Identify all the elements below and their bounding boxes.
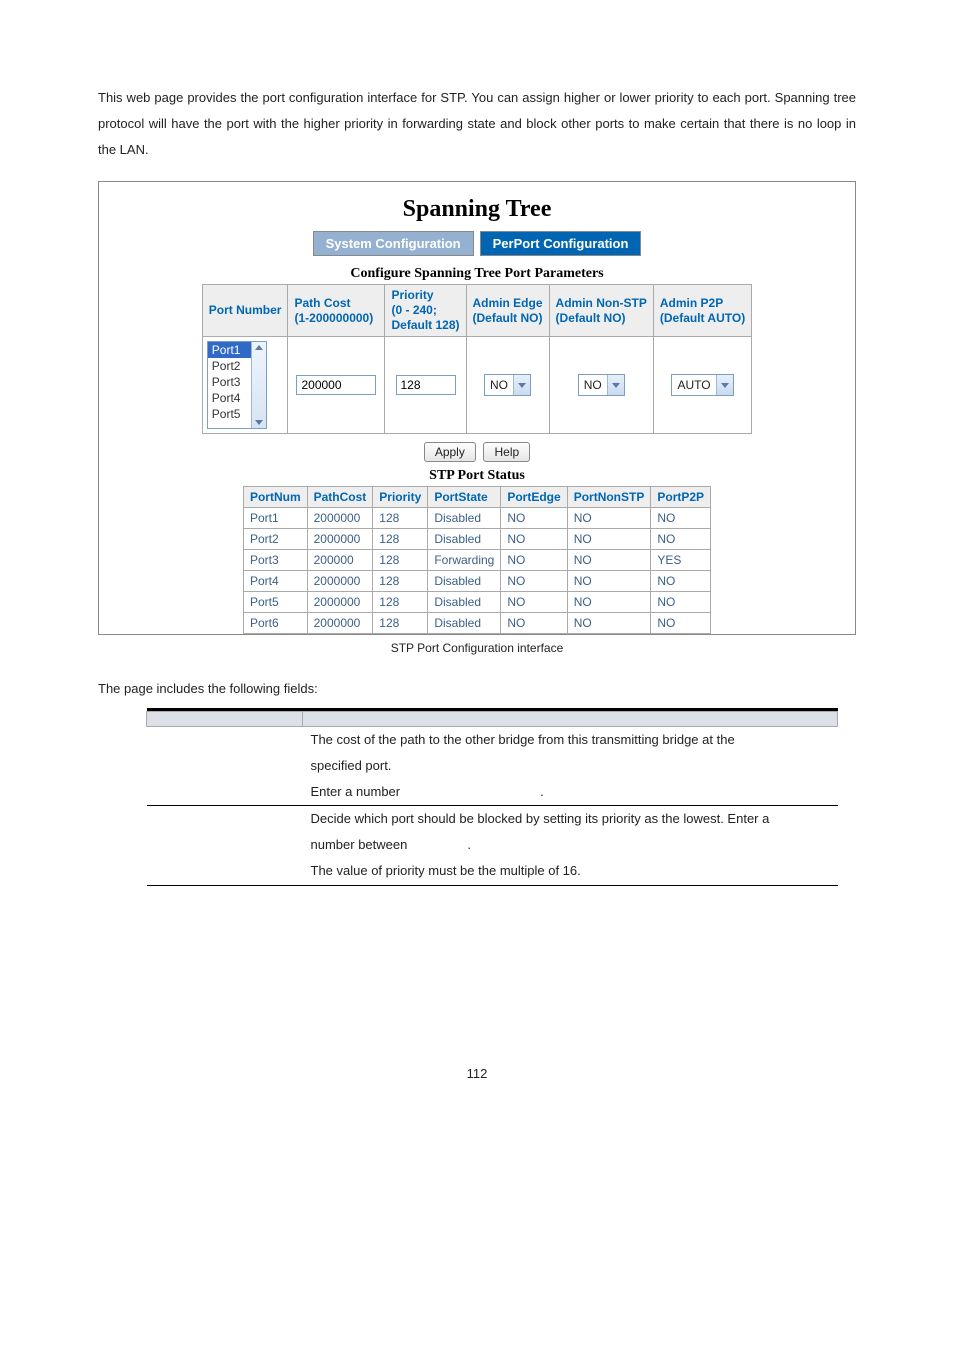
table-cell: Port2 (243, 529, 307, 550)
screenshot-caption: STP Port Configuration interface (98, 641, 856, 655)
th-port-number: Port Number (202, 285, 288, 337)
port-list-scrollbar[interactable] (251, 342, 266, 428)
table-cell: Port4 (243, 571, 307, 592)
table-cell: 128 (373, 592, 428, 613)
table-cell: Forwarding (428, 550, 501, 571)
field-desc-pathcost-1: The cost of the path to the other bridge… (303, 727, 838, 754)
priority-input[interactable] (396, 375, 456, 395)
table-cell: NO (567, 508, 651, 529)
admin-p2p-value: AUTO (672, 378, 715, 392)
table-cell: NO (567, 571, 651, 592)
config-table: Port Number Path Cost (1-200000000) Prio… (202, 284, 752, 434)
table-cell: NO (501, 508, 567, 529)
table-cell: NO (501, 571, 567, 592)
button-row: Apply Help (99, 442, 855, 462)
th-portp2p: PortP2P (651, 487, 711, 508)
chevron-down-icon (513, 375, 530, 395)
table-cell: Port1 (243, 508, 307, 529)
table-cell: NO (651, 592, 711, 613)
table-cell: NO (567, 613, 651, 634)
th-admin-edge: Admin Edge (Default NO) (466, 285, 549, 337)
th-portstate: PortState (428, 487, 501, 508)
table-cell: NO (501, 592, 567, 613)
table-cell: NO (501, 613, 567, 634)
table-cell: 200000 (307, 550, 373, 571)
table-row: Port3200000128ForwardingNONOYES (243, 550, 710, 571)
panel-title: Spanning Tree (99, 182, 855, 231)
page-number: 112 (98, 1066, 856, 1081)
tab-perport-configuration[interactable]: PerPort Configuration (480, 231, 642, 256)
th-priority: Priority (0 - 240; Default 128) (385, 285, 466, 337)
stp-screenshot-panel: Spanning Tree System Configuration PerPo… (98, 181, 856, 635)
table-cell: NO (651, 529, 711, 550)
table-cell: NO (567, 592, 651, 613)
th-path-cost: Path Cost (1-200000000) (288, 285, 385, 337)
field-desc-priority-2: number between. (303, 832, 838, 858)
table-cell: YES (651, 550, 711, 571)
field-desc-priority-1: Decide which port should be blocked by s… (303, 806, 838, 833)
th-admin-p2p: Admin P2P (Default AUTO) (653, 285, 751, 337)
table-cell: NO (501, 529, 567, 550)
th-admin-nonstp: Admin Non-STP (Default NO) (549, 285, 653, 337)
table-cell: 128 (373, 529, 428, 550)
table-row: Port52000000128DisabledNONONO (243, 592, 710, 613)
field-desc-priority-3: The value of priority must be the multip… (303, 858, 838, 884)
table-cell: 128 (373, 550, 428, 571)
admin-nonstp-select[interactable]: NO (578, 374, 625, 396)
intro-paragraph: This web page provides the port configur… (98, 85, 856, 163)
admin-nonstp-value: NO (579, 378, 607, 392)
help-button[interactable]: Help (483, 442, 530, 462)
tab-row: System Configuration PerPort Configurati… (99, 231, 855, 256)
table-row: Port62000000128DisabledNONONO (243, 613, 710, 634)
table-cell: Disabled (428, 529, 501, 550)
table-cell: Disabled (428, 508, 501, 529)
port-list[interactable]: Port1 Port2 Port3 Port4 Port5 (207, 341, 267, 429)
fields-table: The cost of the path to the other bridge… (146, 708, 838, 886)
tab-system-configuration[interactable]: System Configuration (313, 231, 474, 256)
configure-title: Configure Spanning Tree Port Parameters (99, 266, 855, 282)
field-desc-pathcost-2: specified port. (303, 753, 838, 779)
table-cell: NO (651, 571, 711, 592)
table-row: Port22000000128DisabledNONONO (243, 529, 710, 550)
table-cell: Disabled (428, 613, 501, 634)
chevron-down-icon (607, 375, 624, 395)
th-portedge: PortEdge (501, 487, 567, 508)
th-pathcost: PathCost (307, 487, 373, 508)
table-cell: 2000000 (307, 571, 373, 592)
apply-button[interactable]: Apply (424, 442, 476, 462)
table-cell: 2000000 (307, 592, 373, 613)
table-cell: NO (567, 550, 651, 571)
th-priority: Priority (373, 487, 428, 508)
table-cell: Port6 (243, 613, 307, 634)
field-label-pathcost (147, 727, 303, 754)
table-cell: NO (651, 613, 711, 634)
fields-intro: The page includes the following fields: (98, 681, 856, 696)
field-label-priority (147, 806, 303, 833)
table-cell: Port5 (243, 592, 307, 613)
path-cost-input[interactable] (296, 375, 376, 395)
table-row: Port42000000128DisabledNONONO (243, 571, 710, 592)
table-cell: 2000000 (307, 613, 373, 634)
table-cell: NO (651, 508, 711, 529)
table-cell: 128 (373, 508, 428, 529)
th-portnum: PortNum (243, 487, 307, 508)
field-desc-pathcost-3: Enter a number. (303, 779, 838, 805)
table-cell: Port3 (243, 550, 307, 571)
table-cell: 2000000 (307, 529, 373, 550)
status-table: PortNum PathCost Priority PortState Port… (243, 486, 711, 634)
table-row: Port12000000128DisabledNONONO (243, 508, 710, 529)
status-title: STP Port Status (99, 468, 855, 484)
table-cell: 2000000 (307, 508, 373, 529)
table-cell: NO (501, 550, 567, 571)
table-cell: Disabled (428, 571, 501, 592)
table-cell: Disabled (428, 592, 501, 613)
table-cell: 128 (373, 571, 428, 592)
admin-edge-value: NO (485, 378, 513, 392)
chevron-down-icon (716, 375, 733, 395)
admin-p2p-select[interactable]: AUTO (671, 374, 733, 396)
table-cell: NO (567, 529, 651, 550)
admin-edge-select[interactable]: NO (484, 374, 531, 396)
th-portnonstp: PortNonSTP (567, 487, 651, 508)
table-cell: 128 (373, 613, 428, 634)
